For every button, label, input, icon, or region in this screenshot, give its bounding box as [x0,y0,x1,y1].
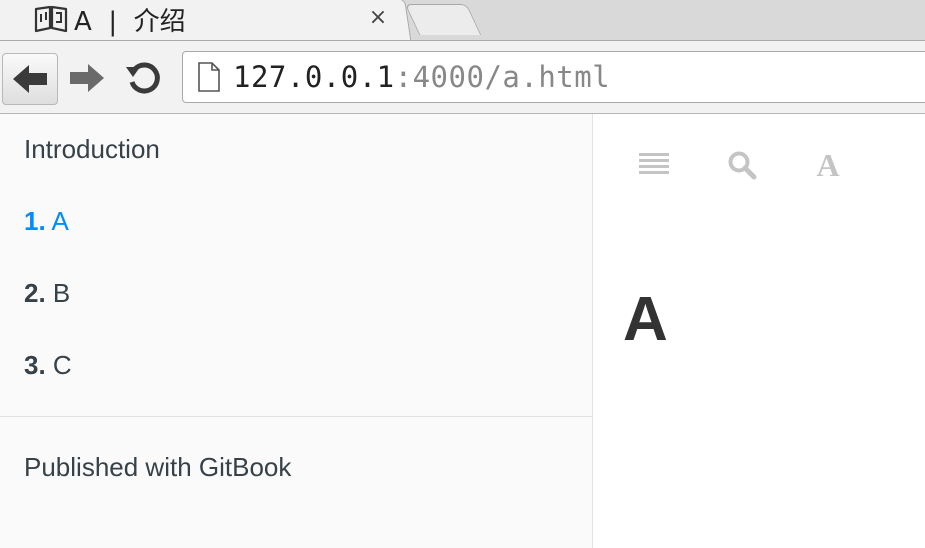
font-settings-icon[interactable]: A [811,148,845,182]
chapter-number: 1. [24,206,46,236]
back-arrow-icon [13,65,47,93]
chapter-label: A [51,206,69,236]
summary-item-chapter-1[interactable]: 1. A [24,206,69,237]
tab-close-icon[interactable]: × [366,4,390,32]
book-body: A A [593,114,925,548]
published-with-gitbook-link[interactable]: Published with GitBook [24,452,291,483]
menu-icon[interactable] [637,148,671,182]
page-title: A [623,285,668,354]
reload-button[interactable] [118,53,172,103]
forward-arrow-icon [70,64,104,92]
chapter-label: C [52,350,72,380]
url-path: :4000/a.html [394,60,611,94]
summary-item-introduction[interactable]: Introduction [24,134,160,165]
sidebar-divider [0,416,592,417]
chapter-label: B [52,278,71,308]
active-tab-content[interactable]: A | 介绍 [34,0,186,38]
back-button[interactable] [2,53,58,105]
tab-title: A | 介绍 [74,6,186,37]
summary-item-chapter-2[interactable]: 2. B [24,278,70,309]
url-host: 127.0.0.1 [233,60,395,94]
page-icon [198,62,220,92]
forward-button[interactable] [60,53,114,103]
url-text[interactable]: 127.0.0.1:4000/a.html [233,60,610,94]
chapter-number: 2. [24,278,46,308]
tab-strip: A | 介绍 × [0,0,925,44]
book-summary-sidebar: Introduction 1. A 2. B 3. C Published wi… [0,114,593,548]
summary-item-chapter-3[interactable]: 3. C [24,350,72,381]
reload-icon [126,62,160,94]
new-tab-button[interactable] [404,4,482,35]
search-icon[interactable] [725,148,759,182]
address-bar[interactable]: 127.0.0.1:4000/a.html [182,51,925,103]
book-icon [34,5,68,33]
chapter-number: 3. [24,350,46,380]
browser-toolbar: 127.0.0.1:4000/a.html [0,40,925,115]
